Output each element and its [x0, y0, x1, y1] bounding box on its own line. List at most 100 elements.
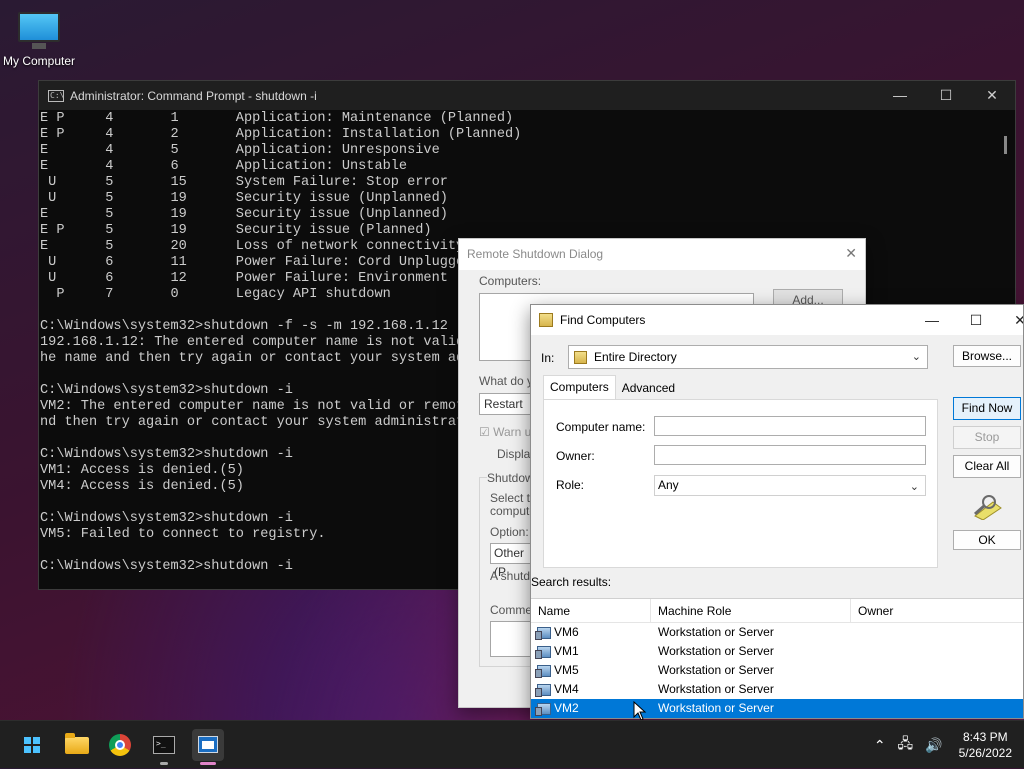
- dialog-title: Remote Shutdown Dialog: [459, 239, 865, 270]
- directory-icon: [539, 313, 553, 327]
- taskbar: >_ ⌃ 🖧 🔊 8:43 PM 5/26/2022: [0, 720, 1024, 768]
- computer-name-input[interactable]: [654, 416, 926, 436]
- role-value: Any: [658, 478, 679, 492]
- system-tray: ⌃ 🖧 🔊 8:43 PM 5/26/2022: [874, 721, 1012, 769]
- app-window-icon: [198, 736, 218, 753]
- tab-advanced[interactable]: Advanced: [616, 375, 681, 399]
- cmd-titlebar[interactable]: C:\ Administrator: Command Prompt - shut…: [39, 81, 1015, 110]
- computer-name: VM5: [554, 663, 579, 677]
- in-label: In:: [541, 351, 555, 365]
- console-line: E P 4 2 Application: Installation (Plann…: [40, 127, 522, 142]
- table-row[interactable]: VM5 Workstation or Server: [531, 661, 1023, 680]
- console-line: E 5 19 Security issue (Unplanned): [40, 207, 448, 222]
- chrome-icon: [109, 734, 131, 756]
- find-computers-title: Find Computers: [560, 313, 646, 327]
- maximize-button[interactable]: ☐: [954, 305, 998, 335]
- console-line: U 5 15 System Failure: Stop error: [40, 175, 448, 190]
- computer-icon: [535, 664, 551, 678]
- volume-icon[interactable]: 🔊: [925, 737, 942, 754]
- option-label: Option:: [490, 525, 529, 539]
- console-line: E P 4 1 Application: Maintenance (Planne…: [40, 111, 514, 126]
- cmd-title: Administrator: Command Prompt - shutdown…: [70, 88, 317, 103]
- chevron-down-icon: ⌄: [909, 481, 919, 493]
- desktop-icon-label: My Computer: [2, 54, 76, 68]
- machine-role-cell: Workstation or Server: [658, 701, 774, 715]
- taskbar-chrome[interactable]: [104, 729, 136, 761]
- computers-label: Computers:: [479, 274, 542, 288]
- console-line: U 5 19 Security issue (Unplanned): [40, 191, 448, 206]
- tab-computers[interactable]: Computers: [543, 375, 616, 399]
- computer-name-label: Computer name:: [556, 420, 646, 434]
- clock-date: 5/26/2022: [958, 746, 1012, 760]
- stop-button[interactable]: Stop: [953, 426, 1021, 449]
- network-icon[interactable]: 🖧: [898, 733, 914, 757]
- group-label: Shutdow: [487, 471, 534, 485]
- column-header-machine-role[interactable]: Machine Role: [651, 599, 851, 622]
- close-button[interactable]: ✕: [969, 81, 1015, 110]
- warn-label: Warn u: [493, 425, 532, 439]
- taskbar-remote-shutdown[interactable]: [192, 729, 224, 765]
- directory-icon: [574, 350, 587, 364]
- warn-checkbox[interactable]: ☑ Warn u: [479, 425, 531, 439]
- machine-role-cell: Workstation or Server: [658, 625, 774, 639]
- find-computers-dialog[interactable]: Find Computers — ☐ ✕ In: Entire Director…: [530, 304, 1024, 719]
- search-results-list[interactable]: Name Machine Role Owner VM6 Workstation o…: [531, 598, 1023, 718]
- close-icon[interactable]: ✕: [845, 245, 857, 262]
- computer-name: VM2: [554, 701, 579, 715]
- what-label: What do y: [479, 374, 534, 388]
- chevron-up-icon[interactable]: ⌃: [874, 737, 886, 754]
- close-button[interactable]: ✕: [998, 305, 1023, 335]
- clock[interactable]: 8:43 PM 5/26/2022: [959, 729, 1012, 761]
- taskbar-command-prompt[interactable]: >_: [148, 729, 180, 765]
- minimize-button[interactable]: —: [910, 305, 954, 335]
- desktop-icon-my-computer[interactable]: My Computer: [0, 8, 78, 68]
- row-name-cell: VM1: [531, 642, 651, 661]
- table-row[interactable]: VM6 Workstation or Server: [531, 623, 1023, 642]
- ok-button[interactable]: OK: [953, 530, 1021, 550]
- computer-icon: [535, 626, 551, 640]
- scrollbar-thumb[interactable]: [1004, 136, 1007, 154]
- column-header-name[interactable]: Name: [531, 599, 651, 622]
- computer-name: VM4: [554, 682, 579, 696]
- terminal-icon: C:\: [48, 89, 65, 102]
- chevron-down-icon: ⌄: [911, 351, 921, 363]
- find-now-button[interactable]: Find Now: [953, 397, 1021, 420]
- browse-button[interactable]: Browse...: [953, 345, 1021, 367]
- computer-icon: [535, 645, 551, 659]
- console-line: E 4 6 Application: Unstable: [40, 159, 408, 174]
- in-value: Entire Directory: [594, 350, 677, 364]
- owner-label: Owner:: [556, 449, 595, 463]
- windows-logo-icon: [24, 737, 40, 753]
- taskbar-file-explorer[interactable]: [61, 729, 93, 761]
- minimize-button[interactable]: —: [877, 81, 923, 110]
- computer-icon: [535, 683, 551, 697]
- row-name-cell: VM6: [531, 623, 651, 642]
- computer-icon: [535, 702, 551, 716]
- console-line: E P 5 19 Security issue (Planned): [40, 223, 432, 238]
- machine-role-cell: Workstation or Server: [658, 682, 774, 696]
- row-name-cell: VM4: [531, 680, 651, 699]
- search-results-label: Search results:: [531, 575, 612, 589]
- in-dropdown[interactable]: Entire Directory ⌄: [568, 345, 928, 369]
- start-button[interactable]: [16, 729, 48, 761]
- computer-name: VM6: [554, 625, 579, 639]
- row-name-cell: VM5: [531, 661, 651, 680]
- monitor-icon: [18, 12, 60, 49]
- terminal-icon: >_: [153, 736, 175, 754]
- clock-time: 8:43 PM: [962, 730, 1008, 744]
- table-row[interactable]: VM1 Workstation or Server: [531, 642, 1023, 661]
- console-line: E 4 5 Application: Unresponsive: [40, 143, 440, 158]
- table-row[interactable]: VM4 Workstation or Server: [531, 680, 1023, 699]
- display-label: Displa: [497, 447, 531, 461]
- results-header: Name Machine Role Owner: [531, 599, 1023, 623]
- role-dropdown[interactable]: Any ⌄: [654, 475, 926, 496]
- machine-role-cell: Workstation or Server: [658, 644, 774, 658]
- owner-input[interactable]: [654, 445, 926, 465]
- maximize-button[interactable]: ☐: [923, 81, 969, 110]
- column-header-owner[interactable]: Owner: [851, 599, 1023, 622]
- machine-role-cell: Workstation or Server: [658, 663, 774, 677]
- table-row[interactable]: VM2 Workstation or Server: [531, 699, 1023, 718]
- role-label: Role:: [556, 478, 585, 492]
- computers-tab-panel: Computer name: Owner: Role: Any ⌄: [543, 399, 938, 568]
- clear-all-button[interactable]: Clear All: [953, 455, 1021, 478]
